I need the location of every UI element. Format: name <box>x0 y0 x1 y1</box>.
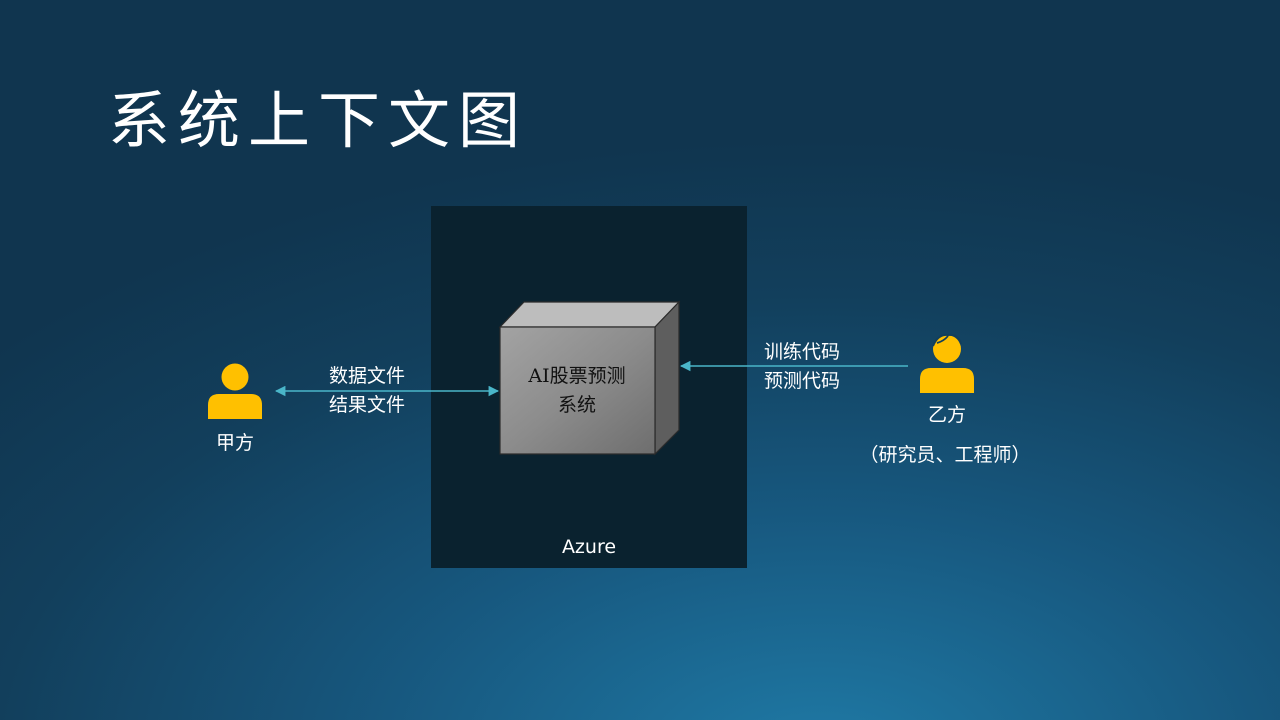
person-with-hair-icon <box>920 333 974 393</box>
azure-label: Azure <box>561 536 617 558</box>
party-b-role: （研究员、工程师） <box>859 444 1031 466</box>
context-diagram <box>208 300 974 456</box>
cube-side-face <box>654 300 680 456</box>
person-icon <box>208 363 262 419</box>
party-b-flow-line1: 训练代码 <box>764 341 841 363</box>
system-label: AI股票预测 系统 <box>500 362 654 420</box>
party-a-name: 甲方 <box>215 432 254 454</box>
system-label-line2: 系统 <box>557 394 596 416</box>
party-a-flow-line2: 结果文件 <box>329 394 406 416</box>
party-b-flow-line2: 预测代码 <box>764 370 841 392</box>
cube-top-face <box>498 301 681 328</box>
system-label-line1: AI股票预测 <box>528 365 626 387</box>
party-b-name: 乙方 <box>927 404 966 426</box>
party-b-flow-label: 训练代码 预测代码 <box>764 338 840 396</box>
party-a-flow-label: 数据文件 结果文件 <box>329 362 405 420</box>
party-a-flow-line1: 数据文件 <box>329 365 406 387</box>
